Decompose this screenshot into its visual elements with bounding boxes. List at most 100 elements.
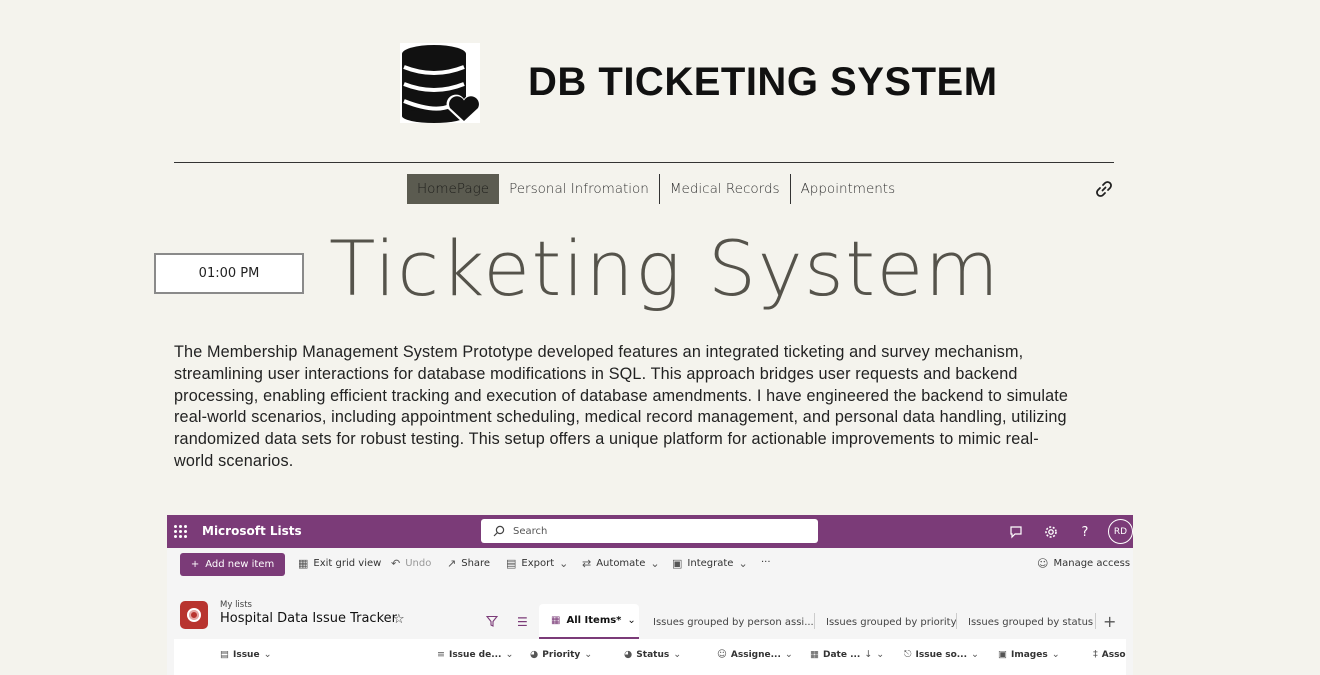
undo-icon: ↶ <box>391 557 401 570</box>
choice-column-icon: ◕ <box>624 649 633 660</box>
main-nav: HomePage Personal Infromation Medical Re… <box>407 174 905 204</box>
manage-access-button[interactable]: ☺ Manage access <box>1037 557 1130 570</box>
gear-icon[interactable] <box>1042 523 1060 541</box>
nav-item-appointments[interactable]: Appointments <box>791 174 906 204</box>
page-title: Ticketing System <box>329 224 1001 313</box>
sort-arrow-icon: ↓ <box>864 649 873 660</box>
tab-grouped-by-person[interactable]: Issues grouped by person assi... <box>653 617 814 628</box>
link-icon[interactable] <box>1094 179 1114 199</box>
person-icon: ☺ <box>1037 557 1049 570</box>
column-header-label: Images <box>1010 649 1048 660</box>
chevron-down-icon: ⌄ <box>1051 649 1060 660</box>
column-header-attachments[interactable]: ‡ Asso <box>1093 649 1126 660</box>
column-header-label: Issue so... <box>915 649 968 660</box>
column-header-label: Issue de... <box>448 649 502 660</box>
manage-access-label: Manage access <box>1053 558 1131 569</box>
calendar-icon: ▦ <box>810 649 819 660</box>
chevron-down-icon: ⌄ <box>876 649 885 660</box>
chevron-down-icon: ⌄ <box>784 649 793 660</box>
lists-top-bar: Microsoft Lists Search ? RD <box>167 515 1133 548</box>
column-header-issue-source[interactable]: ⎋ Issue so... ⌄ <box>904 649 979 660</box>
chevron-down-icon: ⌄ <box>650 557 660 570</box>
list-grid: ▤ Issue ⌄ ≡ Issue de... ⌄ ◕ Priority ⌄ ◕… <box>174 639 1126 675</box>
database-heart-logo <box>400 43 482 124</box>
column-header-status[interactable]: ◕ Status ⌄ <box>624 649 681 660</box>
search-icon <box>493 525 505 537</box>
exit-grid-view-button[interactable]: ▦ Exit grid view <box>298 557 381 570</box>
paperclip-icon: ‡ <box>1093 649 1098 660</box>
nav-item-homepage[interactable]: HomePage <box>407 174 500 204</box>
person-icon: ☺ <box>717 649 727 660</box>
column-header-priority[interactable]: ◕ Priority ⌄ <box>530 649 592 660</box>
search-placeholder: Search <box>513 525 548 537</box>
tab-divider <box>1095 613 1096 629</box>
export-button[interactable]: ▤ Export ⌄ <box>506 557 568 570</box>
add-view-icon[interactable]: + <box>1103 612 1116 631</box>
column-header-label: Assigne... <box>730 649 781 660</box>
choice-column-icon: ◕ <box>530 649 539 660</box>
help-icon[interactable]: ? <box>1076 523 1094 541</box>
undo-button[interactable]: ↶ Undo <box>391 557 431 570</box>
add-new-item-button[interactable]: + Add new item <box>180 553 285 576</box>
grid-icon: ▦ <box>298 557 309 570</box>
plus-icon: + <box>190 559 200 570</box>
tab-all-items-label: All Items* <box>566 615 622 626</box>
column-header-images[interactable]: ▣ Images ⌄ <box>998 649 1060 660</box>
search-box[interactable]: Search <box>481 519 818 543</box>
site-title: DB TICKETING SYSTEM <box>528 60 998 104</box>
description-text: The Membership Management System Prototy… <box>174 343 1069 470</box>
tab-grouped-by-priority[interactable]: Issues grouped by priority <box>826 617 957 628</box>
column-header-label: Status <box>636 649 670 660</box>
nav-item-personal-information[interactable]: Personal Infromation <box>499 174 660 204</box>
chevron-down-icon: ⌄ <box>263 649 272 660</box>
column-header-issue-description[interactable]: ≡ Issue de... ⌄ <box>437 649 513 660</box>
favorite-star-icon[interactable]: ☆ <box>393 612 405 627</box>
breadcrumb[interactable]: My lists <box>220 600 252 610</box>
filter-icon[interactable] <box>485 615 499 630</box>
share-icon: ↗ <box>447 557 457 570</box>
undo-label: Undo <box>405 558 432 569</box>
exit-grid-view-label: Exit grid view <box>313 558 382 569</box>
list-view-icon: ▦ <box>551 615 561 626</box>
automate-button[interactable]: ⇄ Automate ⌄ <box>582 557 660 570</box>
share-label: Share <box>461 558 491 569</box>
integrate-button[interactable]: ▣ Integrate ⌄ <box>672 557 748 570</box>
integrate-label: Integrate <box>687 558 734 569</box>
app-name: Microsoft Lists <box>202 524 302 538</box>
microsoft-lists-screenshot: Microsoft Lists Search ? RD + Add new it… <box>167 515 1133 675</box>
tab-grouped-by-status[interactable]: Issues grouped by status <box>968 617 1093 628</box>
database-heart-icon <box>402 45 482 124</box>
header-divider <box>174 162 1114 163</box>
automate-label: Automate <box>596 558 646 569</box>
column-header-date[interactable]: ▦ Date ... ↓ ⌄ <box>810 649 884 660</box>
list-title: Hospital Data Issue Tracker <box>220 611 397 626</box>
column-header-label: Date ... <box>822 649 861 660</box>
time-display: 01:00 PM <box>154 253 304 294</box>
image-icon: ▣ <box>998 649 1007 660</box>
export-icon: ▤ <box>506 557 517 570</box>
tab-divider <box>814 613 815 629</box>
text-column-icon: ▤ <box>220 649 229 660</box>
command-bar: + Add new item ▦ Exit grid view ↶ Undo ↗… <box>167 548 1133 581</box>
automate-icon: ⇄ <box>582 557 592 570</box>
view-options-icon[interactable]: ☰ <box>517 615 528 629</box>
chevron-down-icon: ⌄ <box>738 557 748 570</box>
nav-item-medical-records[interactable]: Medical Records <box>660 174 791 204</box>
chevron-down-icon: ⌄ <box>673 649 682 660</box>
app-launcher-icon[interactable] <box>174 525 187 538</box>
more-options-button[interactable]: ··· <box>761 557 771 568</box>
export-label: Export <box>521 558 555 569</box>
share-button[interactable]: ↗ Share <box>447 557 490 570</box>
chevron-down-icon: ⌄ <box>971 649 979 660</box>
tab-all-items[interactable]: ▦ All Items* ⌄ <box>539 604 639 639</box>
avatar[interactable]: RD <box>1108 519 1133 544</box>
add-new-item-label: Add new item <box>205 559 275 570</box>
chevron-down-icon: ⌄ <box>627 615 636 626</box>
multiline-column-icon: ≡ <box>437 649 445 660</box>
chevron-down-icon: ⌄ <box>559 557 569 570</box>
chevron-down-icon: ⌄ <box>505 649 514 660</box>
tab-divider <box>956 613 957 629</box>
feedback-icon[interactable] <box>1007 523 1025 541</box>
column-header-assigned-to[interactable]: ☺ Assigne... ⌄ <box>717 649 793 660</box>
column-header-issue[interactable]: ▤ Issue ⌄ <box>220 649 272 660</box>
